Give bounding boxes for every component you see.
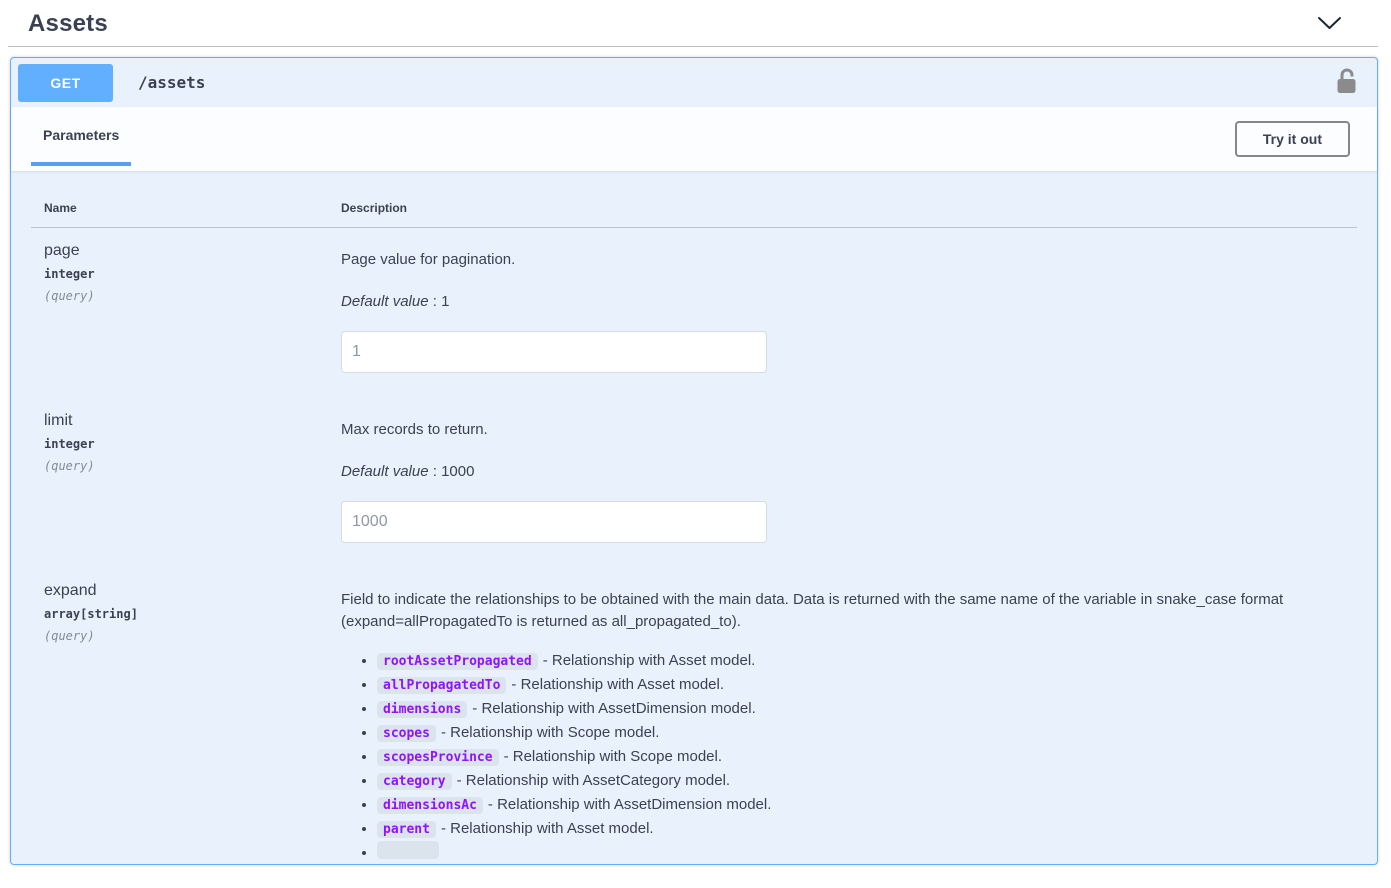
- option-code: allPropagatedTo: [377, 677, 506, 694]
- default-value-line: Default value : 1000: [341, 463, 1357, 480]
- expand-options-list: rootAssetPropagated - Relationship with A…: [341, 649, 1357, 864]
- param-description: Page value for pagination.: [341, 249, 1341, 271]
- param-location: (query): [44, 459, 341, 473]
- default-value: 1000: [441, 463, 474, 480]
- param-description-cell: Max records to return. Default value : 1…: [341, 398, 1357, 568]
- list-item: scopesProvince - Relationship with Scope …: [377, 745, 1357, 769]
- limit-input[interactable]: [341, 501, 767, 543]
- option-code: parent: [377, 821, 436, 838]
- param-description-cell: Page value for pagination. Default value…: [341, 228, 1357, 398]
- param-type: integer: [44, 267, 341, 281]
- param-location: (query): [44, 629, 341, 643]
- param-name: limit: [44, 412, 341, 430]
- unlocked-padlock-icon: [1336, 67, 1357, 98]
- authorize-button[interactable]: [1336, 67, 1357, 98]
- parameters-section-header: Parameters Try it out: [11, 107, 1377, 171]
- param-type: integer: [44, 437, 341, 451]
- list-item: dimensions - Relationship with AssetDimen…: [377, 697, 1357, 721]
- option-code: scopesProvince: [377, 749, 499, 766]
- tab-parameters[interactable]: Parameters: [31, 107, 131, 166]
- default-value-separator: :: [433, 293, 437, 310]
- list-item-truncated: [377, 841, 1357, 864]
- list-item: rootAssetPropagated - Relationship with A…: [377, 649, 1357, 673]
- column-header-name: Name: [31, 201, 341, 227]
- param-row-limit: limit integer (query) Max records to ret…: [31, 398, 1357, 568]
- param-description: Field to indicate the relationships to b…: [341, 589, 1341, 633]
- param-description-cell: Field to indicate the relationships to b…: [341, 568, 1357, 864]
- table-header-row: Name Description: [31, 171, 1357, 228]
- param-location: (query): [44, 289, 341, 303]
- list-item: dimensionsAc - Relationship with AssetDim…: [377, 793, 1357, 817]
- default-value-separator: :: [433, 463, 437, 480]
- page-input[interactable]: [341, 331, 767, 373]
- list-item: category - Relationship with AssetCategor…: [377, 769, 1357, 793]
- option-text: - Relationship with Asset model.: [441, 820, 654, 837]
- param-row-page: page integer (query) Page value for pagi…: [31, 228, 1357, 398]
- option-code: dimensions: [377, 701, 467, 718]
- option-text: - Relationship with Asset model.: [511, 676, 724, 693]
- option-text: - Relationship with Scope model.: [441, 724, 659, 741]
- endpoint-path: /assets: [138, 73, 205, 92]
- param-name-cell: page integer (query): [31, 228, 341, 398]
- option-text: - Relationship with Asset model.: [543, 652, 756, 669]
- option-code: category: [377, 773, 452, 790]
- default-value-label: Default value: [341, 463, 429, 480]
- option-code: scopes: [377, 725, 436, 742]
- list-item: scopes - Relationship with Scope model.: [377, 721, 1357, 745]
- param-name-cell: expand array[string] (query): [31, 568, 341, 864]
- parameters-table: Name Description page integer (query) Pa…: [11, 171, 1377, 864]
- list-item: parent - Relationship with Asset model.: [377, 817, 1357, 841]
- collapse-button[interactable]: [1316, 12, 1343, 37]
- default-value: 1: [441, 293, 449, 310]
- default-value-line: Default value : 1: [341, 293, 1357, 310]
- param-name: page: [44, 242, 341, 260]
- param-name-cell: limit integer (query): [31, 398, 341, 568]
- param-row-expand: expand array[string] (query) Field to in…: [31, 568, 1357, 864]
- column-header-description: Description: [341, 201, 1357, 227]
- option-text: - Relationship with AssetCategory model.: [457, 772, 730, 789]
- page-title: Assets: [28, 10, 108, 38]
- tab-parameters-label: Parameters: [43, 127, 119, 143]
- http-method-badge[interactable]: GET: [18, 64, 113, 102]
- option-text: - Relationship with Scope model.: [504, 748, 722, 765]
- code-chip-partial: [377, 841, 439, 859]
- chevron-down-icon: [1316, 12, 1343, 37]
- param-name: expand: [44, 582, 341, 600]
- tag-header[interactable]: Assets: [8, 0, 1378, 47]
- param-type: array[string]: [44, 607, 341, 621]
- option-text: - Relationship with AssetDimension model…: [488, 796, 771, 813]
- list-item: allPropagatedTo - Relationship with Asset…: [377, 673, 1357, 697]
- option-code: dimensionsAc: [377, 797, 483, 814]
- option-text: - Relationship with AssetDimension model…: [472, 700, 755, 717]
- param-description: Max records to return.: [341, 419, 1341, 441]
- endpoint-summary[interactable]: GET /assets: [11, 58, 1377, 107]
- default-value-label: Default value: [341, 293, 429, 310]
- opblock-get-assets: GET /assets Parameters Try it out Name D…: [10, 57, 1378, 865]
- try-it-out-button[interactable]: Try it out: [1235, 121, 1350, 157]
- option-code: rootAssetPropagated: [377, 653, 538, 670]
